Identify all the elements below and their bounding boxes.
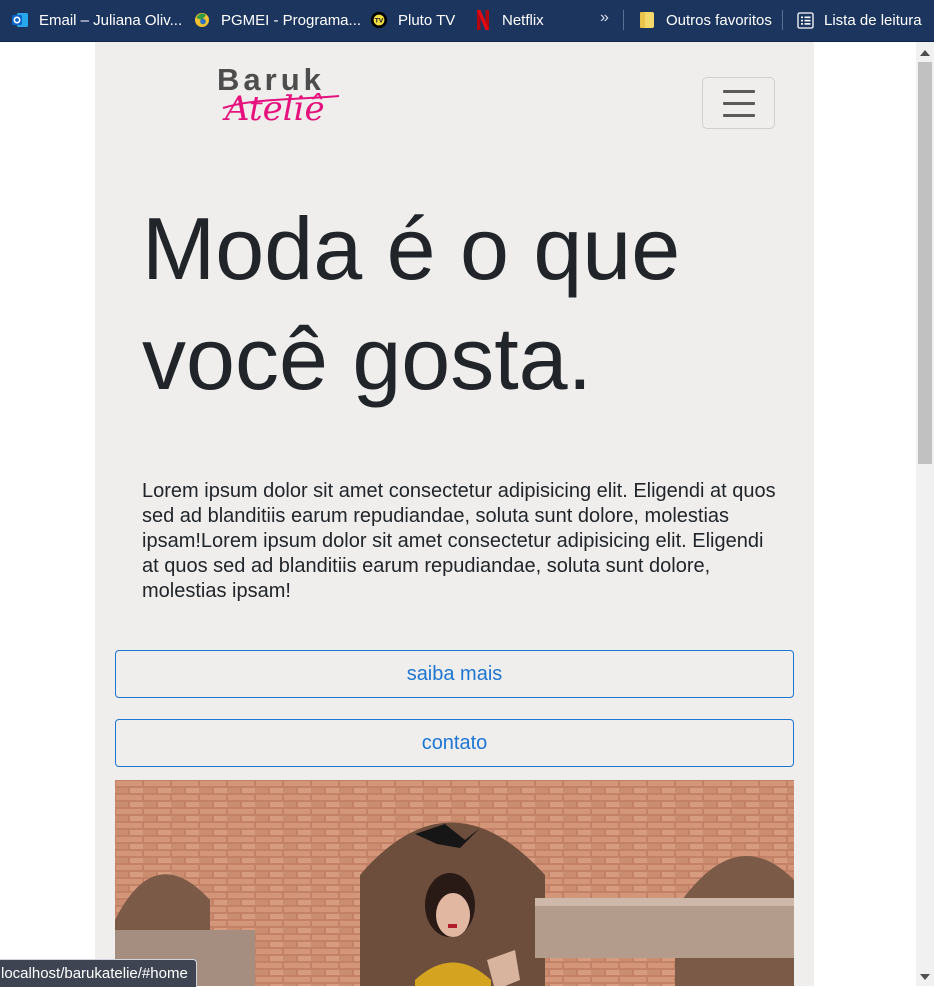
bookmark-separator: [623, 10, 624, 30]
bookmark-label: PGMEI - Programa...: [221, 11, 362, 29]
scroll-thumb[interactable]: [918, 62, 932, 464]
bookmark-separator: [782, 10, 783, 30]
hero-text: Lorem ipsum dolor sit amet consectetur a…: [142, 480, 776, 602]
scroll-up-arrow-icon[interactable]: [920, 50, 930, 56]
pluto-tv-icon: TV: [370, 11, 388, 29]
netflix-icon: [476, 10, 490, 30]
hero-photo: [115, 780, 794, 986]
bookmark-other-favorites[interactable]: Outros favoritos: [638, 8, 772, 32]
svg-text:TV: TV: [375, 18, 384, 24]
status-url: localhost/barukatelie/#home: [0, 959, 197, 987]
scroll-down-arrow-icon[interactable]: [920, 974, 930, 980]
site-page: Baruk Ateliê Moda é o que você gosta. Lo…: [95, 42, 814, 986]
menu-toggle-button[interactable]: [702, 77, 775, 129]
bookmark-label: Netflix: [502, 11, 544, 29]
page-scrollbar[interactable]: [916, 42, 934, 986]
bookmark-email[interactable]: Email – Juliana Oliv...: [11, 8, 182, 32]
bookmark-label: Email – Juliana Oliv...: [39, 11, 183, 29]
logo-script-text: Ateliê: [222, 90, 325, 129]
reading-list-icon: [796, 11, 814, 29]
bookmark-label: Outros favoritos: [666, 11, 772, 29]
bookmark-netflix[interactable]: Netflix: [476, 8, 544, 32]
pgmei-icon: [193, 11, 211, 29]
more-bookmarks-chevron-icon[interactable]: »: [600, 9, 609, 27]
contact-button[interactable]: contato: [115, 719, 794, 767]
bookmarks-bar: Email – Juliana Oliv... PGMEI - Programa…: [0, 0, 934, 42]
hero-title: Moda é o que você gosta.: [142, 199, 681, 408]
learn-more-button[interactable]: saiba mais: [115, 650, 794, 698]
outlook-icon: [11, 11, 29, 29]
folder-icon: [638, 11, 656, 29]
bookmark-label: Lista de leitura: [824, 11, 922, 29]
site-logo[interactable]: Baruk Ateliê: [215, 62, 347, 129]
bookmark-pluto-tv[interactable]: TV Pluto TV: [370, 8, 455, 32]
bookmark-label: Pluto TV: [398, 11, 456, 29]
hamburger-icon: [723, 90, 755, 93]
logo-atelie-script: Ateliê: [222, 90, 340, 129]
hamburger-icon: [723, 102, 755, 105]
bookmark-reading-list[interactable]: Lista de leitura: [796, 8, 922, 32]
bookmark-pgmei[interactable]: PGMEI - Programa...: [193, 8, 361, 32]
hamburger-icon: [723, 114, 755, 117]
